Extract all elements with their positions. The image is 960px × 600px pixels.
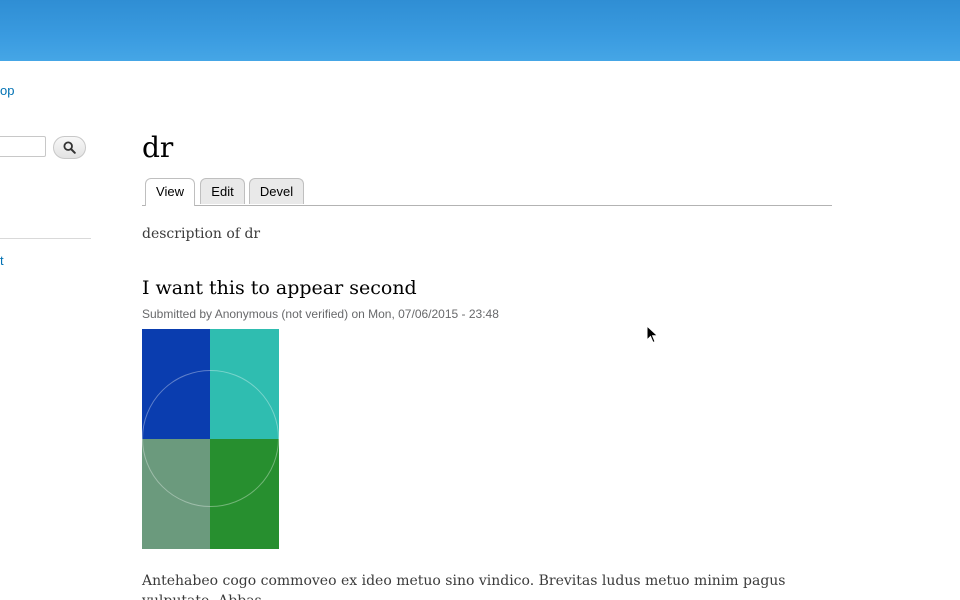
submitted-info: Submitted by Anonymous (not verified) on… xyxy=(142,307,499,321)
tab-devel[interactable]: Devel xyxy=(249,178,304,204)
page-description: description of dr xyxy=(142,226,261,242)
tabs: View Edit Devel xyxy=(142,178,832,206)
node-image xyxy=(142,329,279,549)
search-button[interactable] xyxy=(53,136,86,159)
page-title: dr xyxy=(142,131,174,164)
search-input[interactable] xyxy=(0,136,46,157)
tab-edit[interactable]: Edit xyxy=(200,178,245,204)
sidebar-link-top[interactable]: op xyxy=(0,83,14,98)
mouse-cursor-icon xyxy=(646,325,659,344)
node-body: Antehabeo cogo commoveo ex ideo metuo si… xyxy=(142,573,786,600)
tab-view[interactable]: View xyxy=(145,178,195,206)
site-header xyxy=(0,0,960,61)
sidebar-divider xyxy=(0,238,91,239)
image-circle-outline xyxy=(142,370,279,507)
search-icon xyxy=(63,141,76,154)
node-title[interactable]: I want this to appear second xyxy=(142,277,417,299)
sidebar-link-second[interactable]: t xyxy=(0,253,4,268)
